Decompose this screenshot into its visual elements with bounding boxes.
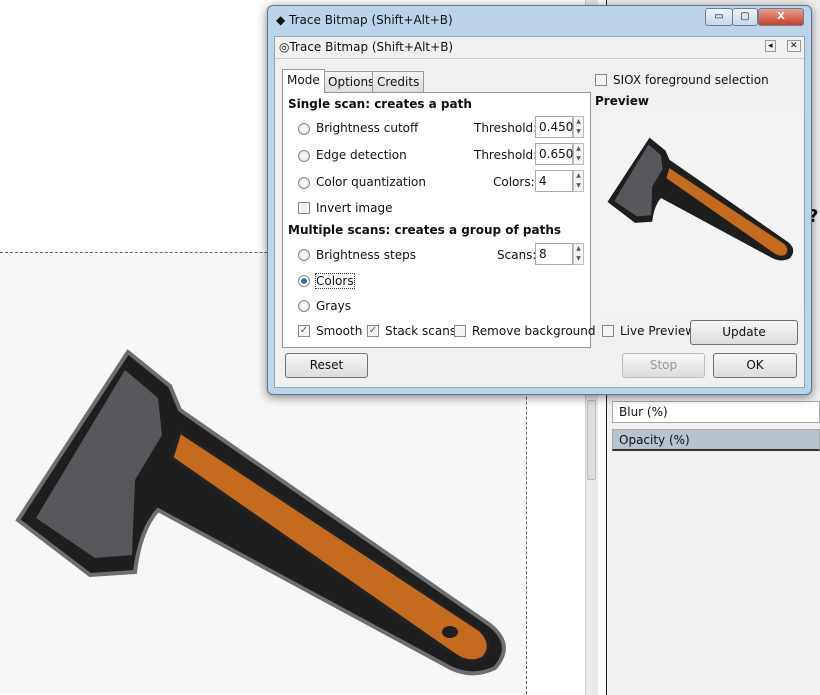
colors-radio[interactable] [298,275,310,287]
dialog-close-icon[interactable]: ✕ [787,40,801,52]
scrollbar-thumb[interactable] [587,400,596,480]
brightness-cutoff-radio[interactable] [298,123,310,135]
spin-arrows-icon[interactable]: ▲ ▼ [573,170,584,192]
scans-label: Scans: [497,248,537,262]
window-title: Trace Bitmap (Shift+Alt+B) [289,13,453,27]
smooth-label[interactable]: Smooth [316,324,362,338]
scans-input[interactable]: 8 [535,243,573,265]
brightness-steps-label[interactable]: Brightness steps [316,248,416,262]
stack-scans-checkbox[interactable]: ✓ [367,325,379,337]
axe-preview [607,137,794,261]
spin-arrows-icon[interactable]: ▲ ▼ [573,143,584,165]
minimize-button[interactable]: ▭ [705,8,733,26]
preview-image [599,113,801,311]
threshold-label: Threshold: [474,121,538,135]
smooth-checkbox[interactable]: ✓ [298,325,310,337]
preview-heading: Preview [595,94,650,108]
update-button[interactable]: Update [690,320,798,345]
maximize-button[interactable]: ▢ [732,8,758,26]
trace-icon: ◎ [279,40,290,54]
trace-bitmap-window: ◆ Trace Bitmap (Shift+Alt+B) ▭ ▢ X ◎Trac… [267,5,812,395]
reset-button[interactable]: Reset [285,353,368,378]
stack-scans-label[interactable]: Stack scans [385,324,456,338]
multi-scan-heading: Multiple scans: creates a group of paths [288,223,562,237]
close-button[interactable]: X [758,8,804,26]
dialog-title: Trace Bitmap (Shift+Alt+B) [289,40,454,54]
grays-radio[interactable] [298,300,310,312]
brightness-cutoff-label[interactable]: Brightness cutoff [316,121,418,135]
stop-button[interactable]: Stop [622,353,705,378]
tab-credits[interactable]: Credits [372,71,425,93]
invert-image-checkbox[interactable] [298,202,310,214]
brightness-threshold-input[interactable]: 0.450 [535,116,573,138]
colors-label: Colors: [493,175,535,189]
opacity-row[interactable]: Opacity (%) [612,429,820,451]
edge-detection-label[interactable]: Edge detection [316,148,407,162]
invert-image-label[interactable]: Invert image [316,201,392,215]
mode-panel: Single scan: creates a path Brightness c… [282,92,596,348]
live-preview-checkbox[interactable] [602,325,614,337]
spin-arrows-icon[interactable]: ▲ ▼ [573,243,584,265]
inkscape-icon: ◆ [276,13,290,27]
remove-background-checkbox[interactable] [454,325,466,337]
spin-arrows-icon[interactable]: ▲ ▼ [573,116,584,138]
collapse-icon[interactable]: ◂ [765,40,776,52]
tab-options[interactable]: Options [323,71,380,93]
remove-background-label[interactable]: Remove background [472,324,596,338]
dialog-body: ◎Trace Bitmap (Shift+Alt+B) ◂ ✕ Mode Opt… [274,36,805,388]
colors-input[interactable]: 4 [535,170,573,192]
tab-mode[interactable]: Mode [282,69,325,93]
threshold-label: Threshold: [474,148,538,162]
color-quantization-radio[interactable] [298,177,310,189]
edge-threshold-input[interactable]: 0.650 [535,143,573,165]
ok-button[interactable]: OK [713,353,797,378]
color-quantization-label[interactable]: Color quantization [316,175,426,189]
edge-detection-radio[interactable] [298,150,310,162]
grays-label[interactable]: Grays [316,299,351,313]
siox-checkbox[interactable] [595,74,607,86]
live-preview-label[interactable]: Live Preview [620,324,695,338]
colors-mode-label[interactable]: Colors [315,273,355,289]
single-scan-heading: Single scan: creates a path [288,97,472,111]
siox-label[interactable]: SIOX foreground selection [613,73,769,87]
brightness-steps-radio[interactable] [298,249,310,261]
blur-row[interactable]: Blur (%) [612,401,820,423]
